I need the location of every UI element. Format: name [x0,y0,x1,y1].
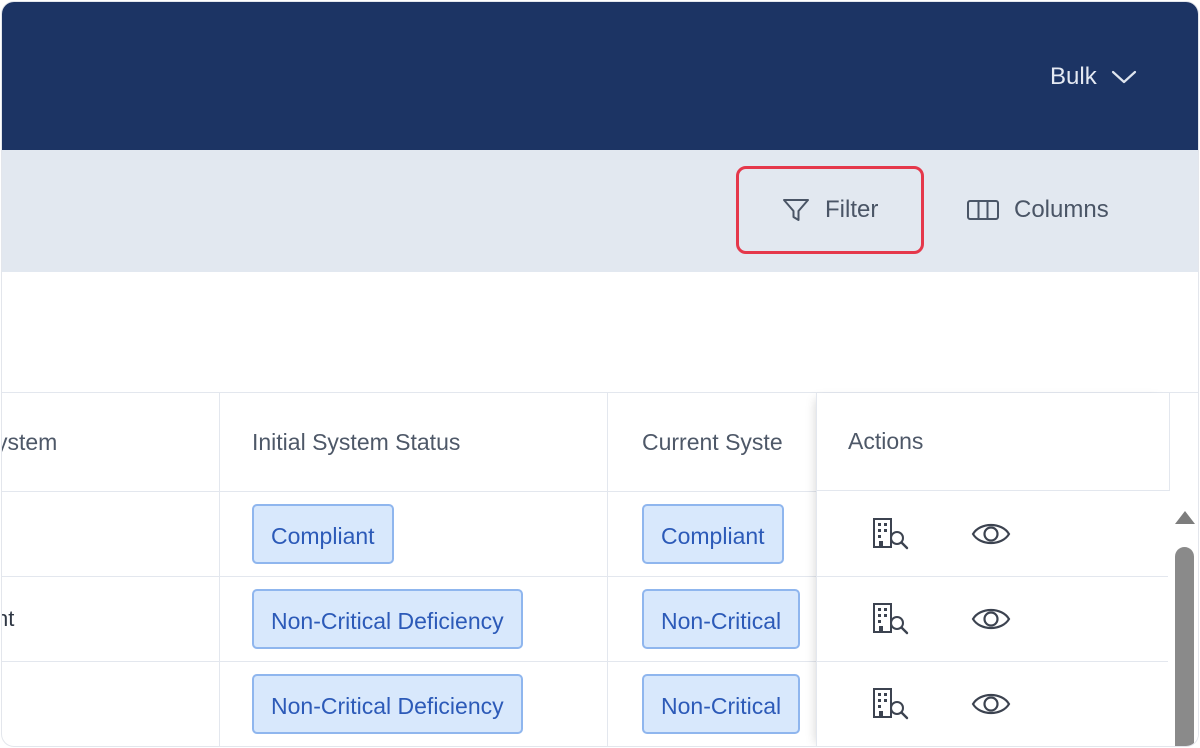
columns-button[interactable]: Columns [966,194,1109,226]
grid-toolbar: Filter Columns [2,150,1198,272]
filter-label: Filter [825,196,879,223]
system-cell [2,491,220,576]
initial-status-cell: Non-Critical Deficiency [220,661,608,746]
scroll-up-arrow-icon[interactable] [1175,511,1195,524]
building-search-icon[interactable] [871,517,911,551]
column-header-system[interactable]: ystem [2,393,220,491]
columns-icon [967,200,999,220]
bulk-label: Bulk [1050,63,1097,90]
status-badge: Non-Critical [642,588,801,649]
current-status-cell: Non-Critical [608,576,816,661]
column-header-current-status[interactable]: Current Syste [608,393,816,491]
status-badge: Non-Critical Deficiency [252,588,523,649]
actions-column: Actions [816,393,1170,746]
actions-cell [817,661,1169,746]
actions-cell [817,491,1169,577]
actions-cell [817,576,1169,662]
status-badge: Non-Critical Deficiency [252,673,523,734]
system-cell: nt [2,576,220,661]
grid-quick-area [2,272,1198,392]
current-status-cell: Compliant [608,491,816,576]
eye-icon[interactable] [971,687,1011,721]
scrollbar-thumb[interactable] [1175,547,1194,746]
status-badge: Compliant [252,503,394,564]
bulk-dropdown[interactable]: Bulk [1050,62,1137,92]
initial-status-cell: Compliant [220,491,608,576]
data-grid: ystem Initial System Status Current Syst… [2,392,1198,746]
columns-label: Columns [1014,196,1109,223]
top-header-bar: Bulk [2,2,1198,150]
initial-status-cell: Non-Critical Deficiency [220,576,608,661]
column-header-actions: Actions [817,393,1169,491]
current-status-cell: Non-Critical [608,661,816,746]
eye-icon[interactable] [971,602,1011,636]
vertical-scrollbar[interactable] [1168,491,1198,746]
chevron-down-icon [1111,70,1136,84]
column-header-initial-status[interactable]: Initial System Status [220,393,608,491]
app-window: Bulk Filter Columns ystem Initial System… [2,2,1198,746]
filter-icon [783,199,809,221]
building-search-icon[interactable] [871,602,911,636]
filter-button[interactable]: Filter [736,166,924,254]
status-badge: Non-Critical [642,673,801,734]
system-cell [2,661,220,746]
eye-icon[interactable] [971,517,1011,551]
status-badge: Compliant [642,503,784,564]
building-search-icon[interactable] [871,687,911,721]
